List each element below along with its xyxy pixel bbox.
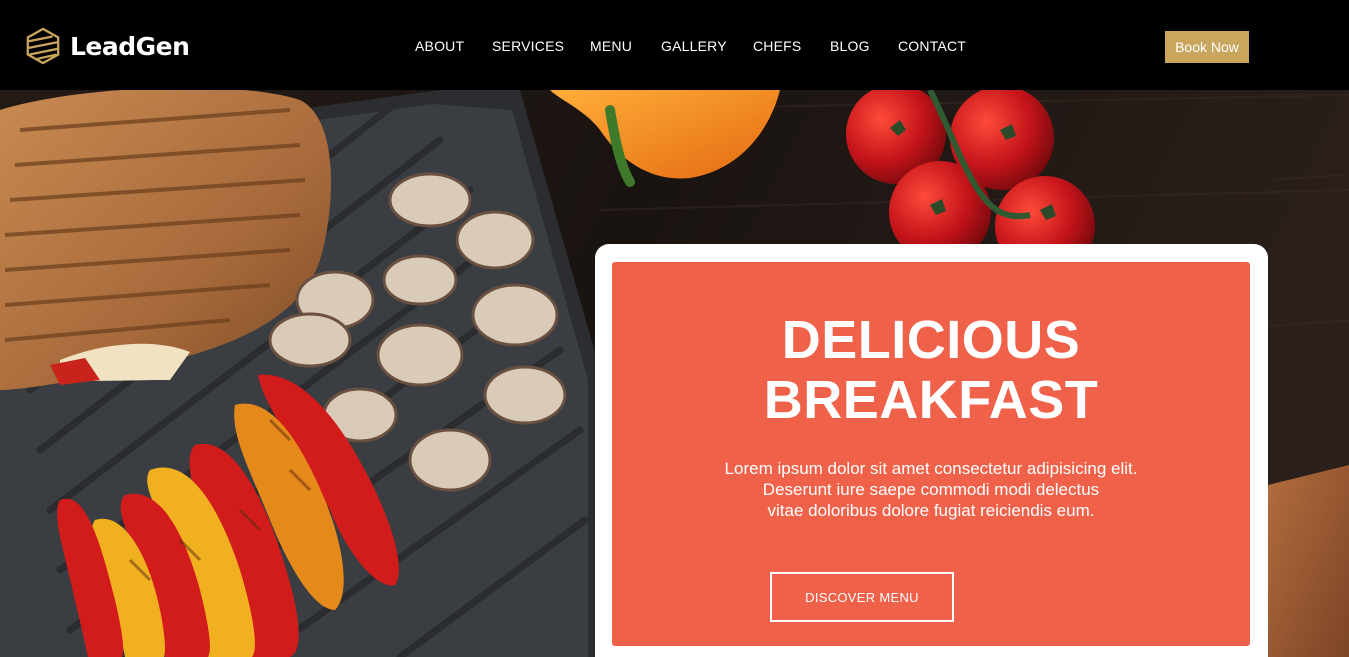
hero-title-line-2: BREAKFAST — [763, 370, 1099, 430]
hero-description-line-3: vitae doloribus dolore fugiat reiciendis… — [767, 501, 1095, 520]
nav-blog[interactable]: BLOG — [830, 38, 870, 54]
hero-title-line-1: DELICIOUS — [781, 310, 1081, 370]
discover-menu-button[interactable]: DISCOVER MENU — [770, 572, 954, 622]
hero-title: DELICIOUS BREAKFAST — [612, 310, 1250, 430]
hero-card: DELICIOUS BREAKFAST Lorem ipsum dolor si… — [612, 262, 1250, 646]
top-navbar: LeadGen ABOUT SERVICES MENU GALLERY CHEF… — [0, 0, 1349, 90]
hero-description-line-2: Deserunt iure saepe commodi modi delectu… — [762, 480, 1100, 499]
hero-description: Lorem ipsum dolor sit amet consectetur a… — [612, 458, 1250, 521]
hero-description-line-1: Lorem ipsum dolor sit amet consectetur a… — [724, 459, 1138, 478]
book-now-button[interactable]: Book Now — [1165, 31, 1249, 63]
nav-menu[interactable]: MENU — [590, 38, 632, 54]
nav-about[interactable]: ABOUT — [415, 38, 464, 54]
nav-contact[interactable]: CONTACT — [898, 38, 966, 54]
nav-services[interactable]: SERVICES — [492, 38, 564, 54]
nav-gallery[interactable]: GALLERY — [661, 38, 727, 54]
nav-chefs[interactable]: CHEFS — [753, 38, 801, 54]
main-nav: ABOUT SERVICES MENU GALLERY CHEFS BLOG C… — [0, 38, 1349, 58]
